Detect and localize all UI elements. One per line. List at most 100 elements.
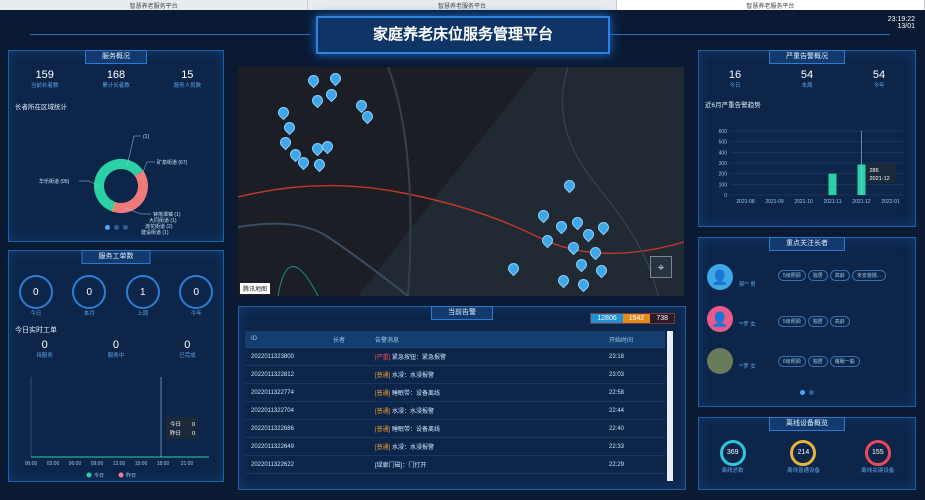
- table-row[interactable]: 2022011322812 [普通] 水浸：水浸报警 23:03: [245, 365, 665, 384]
- pager-dot[interactable]: [113, 225, 119, 230]
- x-tick-label: 2021-10: [794, 199, 813, 205]
- work-orders-panel: 服务工单数 0 今日 0 本月 1 上周 0 今年 今日实时工单 0 待服务 0 服务中 0…: [8, 250, 224, 482]
- y-tick-label: 400: [719, 150, 728, 156]
- offline-stat-total: 369 离线总数: [719, 440, 746, 474]
- x-tick: 21:00: [181, 461, 194, 467]
- work-order-count: 0 今日: [18, 275, 53, 317]
- x-tick: 03:00: [47, 461, 60, 467]
- today-orders-line-chart: 00:00 03:00 06:00 09:00 12:00 15:00 18:0…: [25, 377, 209, 479]
- today-orders-title: 今日实时工单: [15, 327, 57, 334]
- browser-tab[interactable]: 智慧养老服务平台: [0, 0, 309, 10]
- alert-count-info[interactable]: 12806: [591, 314, 623, 323]
- x-tick: 06:00: [69, 461, 82, 467]
- avatar: 👤: [707, 264, 733, 290]
- offline-stat-key: 155 离线关键设备: [861, 440, 894, 474]
- current-alerts-panel: 当前告警 12806 1542 738 ID 长者 告警消息 开始时间 2022…: [238, 306, 686, 490]
- elder-card[interactable]: 👤 郝** 男 5级照顾 独居 高龄 未安装摄...: [707, 262, 907, 302]
- serious-trend-chart: 600 500 400 300 200 100 0 2021-08 2021-09 2021-10…: [719, 129, 905, 205]
- elder-tag: 独居: [807, 270, 828, 281]
- work-order-count: 1 上周: [125, 275, 160, 317]
- stat-total-elders: 168 累计长者数: [102, 69, 130, 89]
- x-tick-label: 2021-11: [824, 199, 842, 205]
- pager-dot[interactable]: [809, 390, 814, 395]
- pager-dot[interactable]: [122, 225, 128, 230]
- serious-stat: 16 今日: [728, 69, 742, 89]
- pager-dot[interactable]: [800, 390, 805, 395]
- today-order-stat: 0 已完成: [179, 339, 196, 359]
- alert-level: [普通]: [375, 445, 391, 451]
- elder-tag: 睡眠一般: [829, 356, 860, 367]
- browser-tab-active[interactable]: 智慧养老服务平台: [616, 0, 925, 10]
- y-tick-label: 500: [719, 140, 728, 146]
- map-locate-button[interactable]: ⌖: [650, 256, 672, 278]
- donut-label: 矿泉街道 (67): [157, 159, 188, 166]
- alert-level: [普通]: [375, 391, 391, 397]
- map-view[interactable]: ⌖ 腾讯地图: [238, 67, 684, 296]
- serious-alerts-panel: 严重告警概况 16 今日 54 本周 54 今年 近6月严重告警趋势 600 500 40…: [698, 50, 916, 227]
- browser-tab-strip: 智慧养老服务平台 智慧养老服务平台 智慧养老服务平台: [0, 0, 925, 10]
- elder-tag: 5级照顾: [778, 316, 806, 327]
- donut-label: (1): [143, 134, 149, 140]
- legend-yesterday-marker: [118, 472, 124, 478]
- elder-card[interactable]: **罗 女 6级照顾 独居 睡眠一般: [707, 346, 907, 380]
- work-order-count: 0 本月: [72, 275, 107, 317]
- service-overview-panel: 服务概况 159 当前长者数 168 累计长者数 15 服务人员数 长者所在区域统计 …: [8, 50, 224, 242]
- elder-card[interactable]: 👤 **罗 女 5级照顾 独居 高龄: [707, 304, 907, 338]
- alert-count-badges: 12806 1542 738: [590, 313, 675, 324]
- browser-tab[interactable]: 智慧养老服务平台: [308, 0, 617, 10]
- column-header: 长者: [327, 331, 369, 348]
- table-row[interactable]: 2022011323800 [严重] 紧急按钮：紧急报警 23:18: [245, 347, 665, 366]
- serious-stat: 54 本周: [800, 69, 814, 89]
- table-scrollbar[interactable]: [667, 331, 673, 481]
- tooltip-label: 今日: [170, 420, 181, 428]
- table-row[interactable]: 2022011322622 [绿廊门磁]：门打开 22:29: [245, 455, 665, 474]
- elder-tag: 独居: [807, 316, 828, 327]
- table-row[interactable]: 2022011322686 [普通] 睡眠带：设备离线 22:40: [245, 419, 665, 438]
- panel-title: 严重告警概况: [769, 50, 845, 64]
- alert-level: [普通]: [375, 427, 391, 433]
- alert-count-warning[interactable]: 1542: [622, 314, 651, 323]
- tooltip-category: 2021-12: [870, 176, 890, 182]
- y-tick-label: 600: [719, 129, 728, 135]
- pager-dot[interactable]: [104, 225, 110, 230]
- tooltip-value: 0: [192, 431, 195, 437]
- table-row[interactable]: 2022011322774 [普通] 睡眠带：设备离线 22:58: [245, 383, 665, 402]
- alert-count-critical[interactable]: 738: [650, 314, 674, 323]
- stat-current-elders: 159 当前长者数: [30, 69, 59, 89]
- alert-level: [严重]: [375, 355, 391, 361]
- y-tick-label: 0: [724, 193, 727, 199]
- stat-staff: 15 服务人员数: [173, 69, 202, 89]
- donut-label: 华乐街道 (95): [39, 178, 70, 185]
- elder-tag: 未安装摄...: [851, 270, 886, 281]
- tooltip-value: 286: [870, 168, 879, 174]
- elder-tag: 高龄: [829, 270, 850, 281]
- y-tick-label: 300: [719, 161, 728, 167]
- region-title: 长者所在区域统计: [15, 104, 67, 111]
- table-row[interactable]: 2022011322649 [普通] 水浸：水浸报警 22:33: [245, 437, 665, 456]
- x-tick: 00:00: [25, 461, 38, 467]
- offline-devices-panel: 离线设备概览 369 离线总数 214 离线普通设备 155 离线关键设备: [698, 417, 916, 490]
- tooltip-value: 0: [192, 422, 195, 428]
- alerts-table-wrap: ID 长者 告警消息 开始时间 2022011323800 [严重] 紧急按钮：紧…: [245, 331, 665, 474]
- x-tick: 09:00: [91, 461, 104, 467]
- x-tick-label: 2021-09: [765, 199, 784, 205]
- avatar: [707, 348, 733, 374]
- elder-tag: 6级照顾: [778, 356, 806, 367]
- today-order-stat: 0 服务中: [107, 339, 125, 359]
- page-header: 家庭养老床位服务管理平台 23:19:22 13/01: [0, 10, 925, 54]
- elder-name: **罗 女: [739, 322, 756, 328]
- x-tick: 15:00: [135, 461, 148, 467]
- alerts-table: ID 长者 告警消息 开始时间 2022011323800 [严重] 紧急按钮：紧…: [245, 331, 665, 474]
- panel-title: 离线设备概览: [769, 417, 845, 431]
- clock-date: 13/01: [897, 23, 915, 30]
- y-tick-label: 200: [719, 172, 728, 178]
- bar: [828, 173, 837, 195]
- page-title: 家庭养老床位服务管理平台: [316, 16, 610, 54]
- x-tick-label: 2021-08: [736, 199, 755, 205]
- panel-title: 服务工单数: [81, 250, 151, 264]
- today-order-stat: 0 待服务: [36, 339, 53, 359]
- x-tick: 12:00: [113, 461, 126, 467]
- table-row[interactable]: 2022011322704 [普通] 水浸：水浸报警 22:44: [245, 401, 665, 420]
- legend-today-marker: [86, 472, 92, 478]
- y-tick-label: 100: [719, 182, 728, 188]
